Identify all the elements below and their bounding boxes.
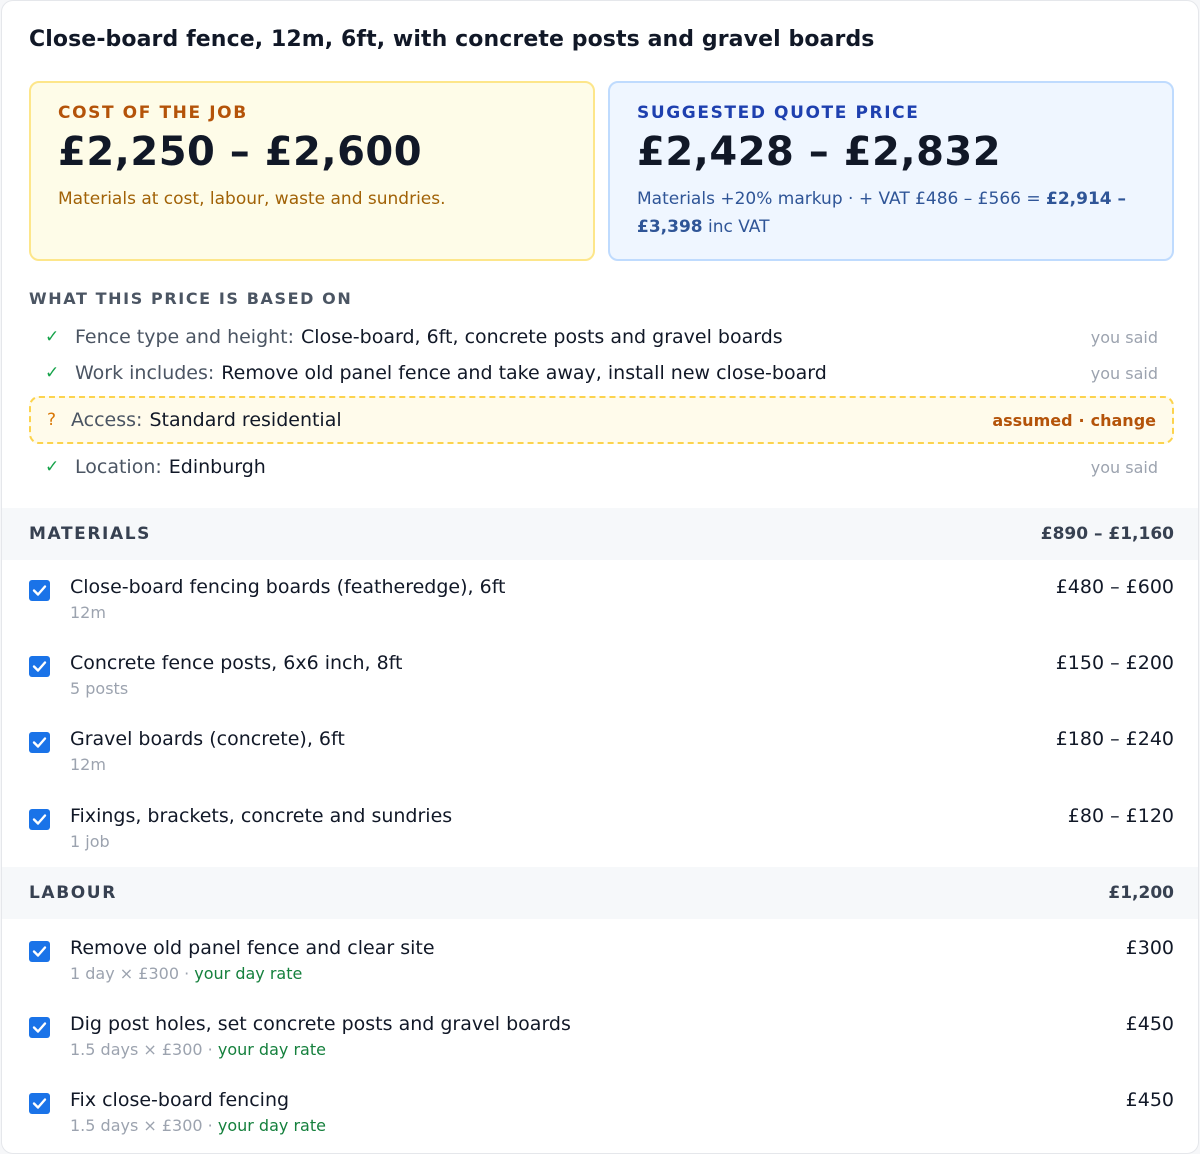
item-quantity: 12m xyxy=(70,755,106,774)
labour-heading: LABOUR xyxy=(29,883,117,903)
checkmark-icon xyxy=(32,585,47,596)
item-price: £80 – £120 xyxy=(1067,805,1174,827)
item-name: Fixings, brackets, concrete and sundries xyxy=(70,805,453,827)
item-quantity-text: 1.5 days × £300 · xyxy=(70,1116,218,1135)
question-icon: ? xyxy=(47,410,57,430)
basis-item-work-includes: ✓ Work includes: Remove old panel fence … xyxy=(29,355,1174,391)
item-checkbox[interactable] xyxy=(29,580,50,601)
cost-label: COST OF THE JOB xyxy=(58,103,248,123)
quote-note-suffix: inc VAT xyxy=(702,217,770,237)
item-price: £300 xyxy=(1125,937,1174,959)
item-quantity: 1 job xyxy=(70,832,110,851)
checkmark-icon xyxy=(32,1098,47,1109)
quote-note: Materials +20% markup · + VAT £486 – £56… xyxy=(637,185,1145,241)
item-quantity-text: 1 day × £300 · xyxy=(70,964,195,983)
item-checkbox[interactable] xyxy=(29,1017,50,1038)
checkmark-icon xyxy=(32,1022,47,1033)
checkmark-icon xyxy=(32,661,47,672)
tag-separator: · xyxy=(1078,410,1085,430)
material-item: Gravel boards (concrete), 6ft 12m £180 –… xyxy=(29,728,1174,788)
materials-total: £890 – £1,160 xyxy=(1040,524,1174,544)
item-checkbox[interactable] xyxy=(29,656,50,677)
labour-total: £1,200 xyxy=(1108,883,1174,903)
item-name: Fix close-board fencing xyxy=(70,1089,290,1111)
item-name: Concrete fence posts, 6x6 inch, 8ft xyxy=(70,652,403,674)
material-item: Concrete fence posts, 6x6 inch, 8ft 5 po… xyxy=(29,652,1174,712)
check-icon: ✓ xyxy=(45,327,60,347)
basis-source-tag: you said xyxy=(1090,327,1158,347)
item-name: Dig post holes, set concrete posts and g… xyxy=(70,1013,571,1035)
item-quantity: 5 posts xyxy=(70,679,129,698)
item-quantity-text: 1.5 days × £300 · xyxy=(70,1040,218,1059)
page-title: Close-board fence, 12m, 6ft, with concre… xyxy=(29,27,875,52)
item-name: Close-board fencing boards (featheredge)… xyxy=(70,576,506,598)
item-quantity: 12m xyxy=(70,603,106,622)
basis-value: Edinburgh xyxy=(168,456,266,478)
item-checkbox[interactable] xyxy=(29,1093,50,1114)
materials-heading: MATERIALS xyxy=(29,524,152,544)
checkmark-icon xyxy=(32,814,47,825)
cost-note: Materials at cost, labour, waste and sun… xyxy=(58,189,446,209)
quote-value: £2,428 – £2,832 xyxy=(637,129,1002,175)
basis-heading: WHAT THIS PRICE IS BASED ON xyxy=(29,289,353,308)
cost-of-job-panel: COST OF THE JOB £2,250 – £2,600 Material… xyxy=(29,81,595,261)
assumed-tag: assumed xyxy=(992,410,1073,430)
checkmark-icon xyxy=(32,946,47,957)
basis-item-fence-type: ✓ Fence type and height: Close-board, 6f… xyxy=(29,319,1174,355)
item-checkbox[interactable] xyxy=(29,732,50,753)
basis-label: Fence type and height: xyxy=(75,326,295,348)
basis-value: Remove old panel fence and take away, in… xyxy=(221,362,827,384)
day-rate-link[interactable]: your day rate xyxy=(218,1040,326,1059)
item-checkbox[interactable] xyxy=(29,941,50,962)
labour-section-header: LABOUR £1,200 xyxy=(2,867,1198,919)
item-quantity: 1.5 days × £300 · your day rate xyxy=(70,1116,326,1135)
item-quantity: 1.5 days × £300 · your day rate xyxy=(70,1040,326,1059)
materials-section-header: MATERIALS £890 – £1,160 xyxy=(2,508,1198,560)
labour-item: Remove old panel fence and clear site 1 … xyxy=(29,937,1174,997)
basis-source-tag: assumed · change xyxy=(992,411,1172,430)
basis-value: Standard residential xyxy=(149,409,342,431)
quote-card: Close-board fence, 12m, 6ft, with concre… xyxy=(1,0,1199,1154)
suggested-quote-panel: SUGGESTED QUOTE PRICE £2,428 – £2,832 Ma… xyxy=(608,81,1174,261)
item-price: £180 – £240 xyxy=(1055,728,1174,750)
item-checkbox[interactable] xyxy=(29,809,50,830)
labour-item: Dig post holes, set concrete posts and g… xyxy=(29,1013,1174,1073)
material-item: Close-board fencing boards (featheredge)… xyxy=(29,576,1174,636)
checkmark-icon xyxy=(32,737,47,748)
basis-label: Work includes: xyxy=(75,362,215,384)
basis-label: Access: xyxy=(71,409,143,431)
day-rate-link[interactable]: your day rate xyxy=(194,964,302,983)
day-rate-link[interactable]: your day rate xyxy=(218,1116,326,1135)
basis-source-tag: you said xyxy=(1090,363,1158,383)
item-price: £450 xyxy=(1125,1013,1174,1035)
material-item: Fixings, brackets, concrete and sundries… xyxy=(29,805,1174,865)
basis-value: Close-board, 6ft, concrete posts and gra… xyxy=(301,326,783,348)
check-icon: ✓ xyxy=(45,363,60,383)
basis-item-access: ? Access: Standard residential assumed · c… xyxy=(29,396,1174,444)
basis-label: Location: xyxy=(75,456,162,478)
item-price: £450 xyxy=(1125,1089,1174,1111)
item-price: £480 – £600 xyxy=(1055,576,1174,598)
quote-label: SUGGESTED QUOTE PRICE xyxy=(637,103,920,123)
item-quantity: 1 day × £300 · your day rate xyxy=(70,964,302,983)
check-icon: ✓ xyxy=(45,457,60,477)
basis-source-tag: you said xyxy=(1090,457,1158,477)
cost-value: £2,250 – £2,600 xyxy=(58,129,423,175)
item-price: £150 – £200 xyxy=(1055,652,1174,674)
quote-note-prefix: Materials +20% markup · + VAT £486 – £56… xyxy=(637,189,1046,209)
basis-item-location: ✓ Location: Edinburgh you said xyxy=(29,449,1174,485)
item-name: Remove old panel fence and clear site xyxy=(70,937,435,959)
item-name: Gravel boards (concrete), 6ft xyxy=(70,728,345,750)
labour-item: Fix close-board fencing 1.5 days × £300 … xyxy=(29,1089,1174,1149)
change-access-link[interactable]: change xyxy=(1091,411,1156,430)
